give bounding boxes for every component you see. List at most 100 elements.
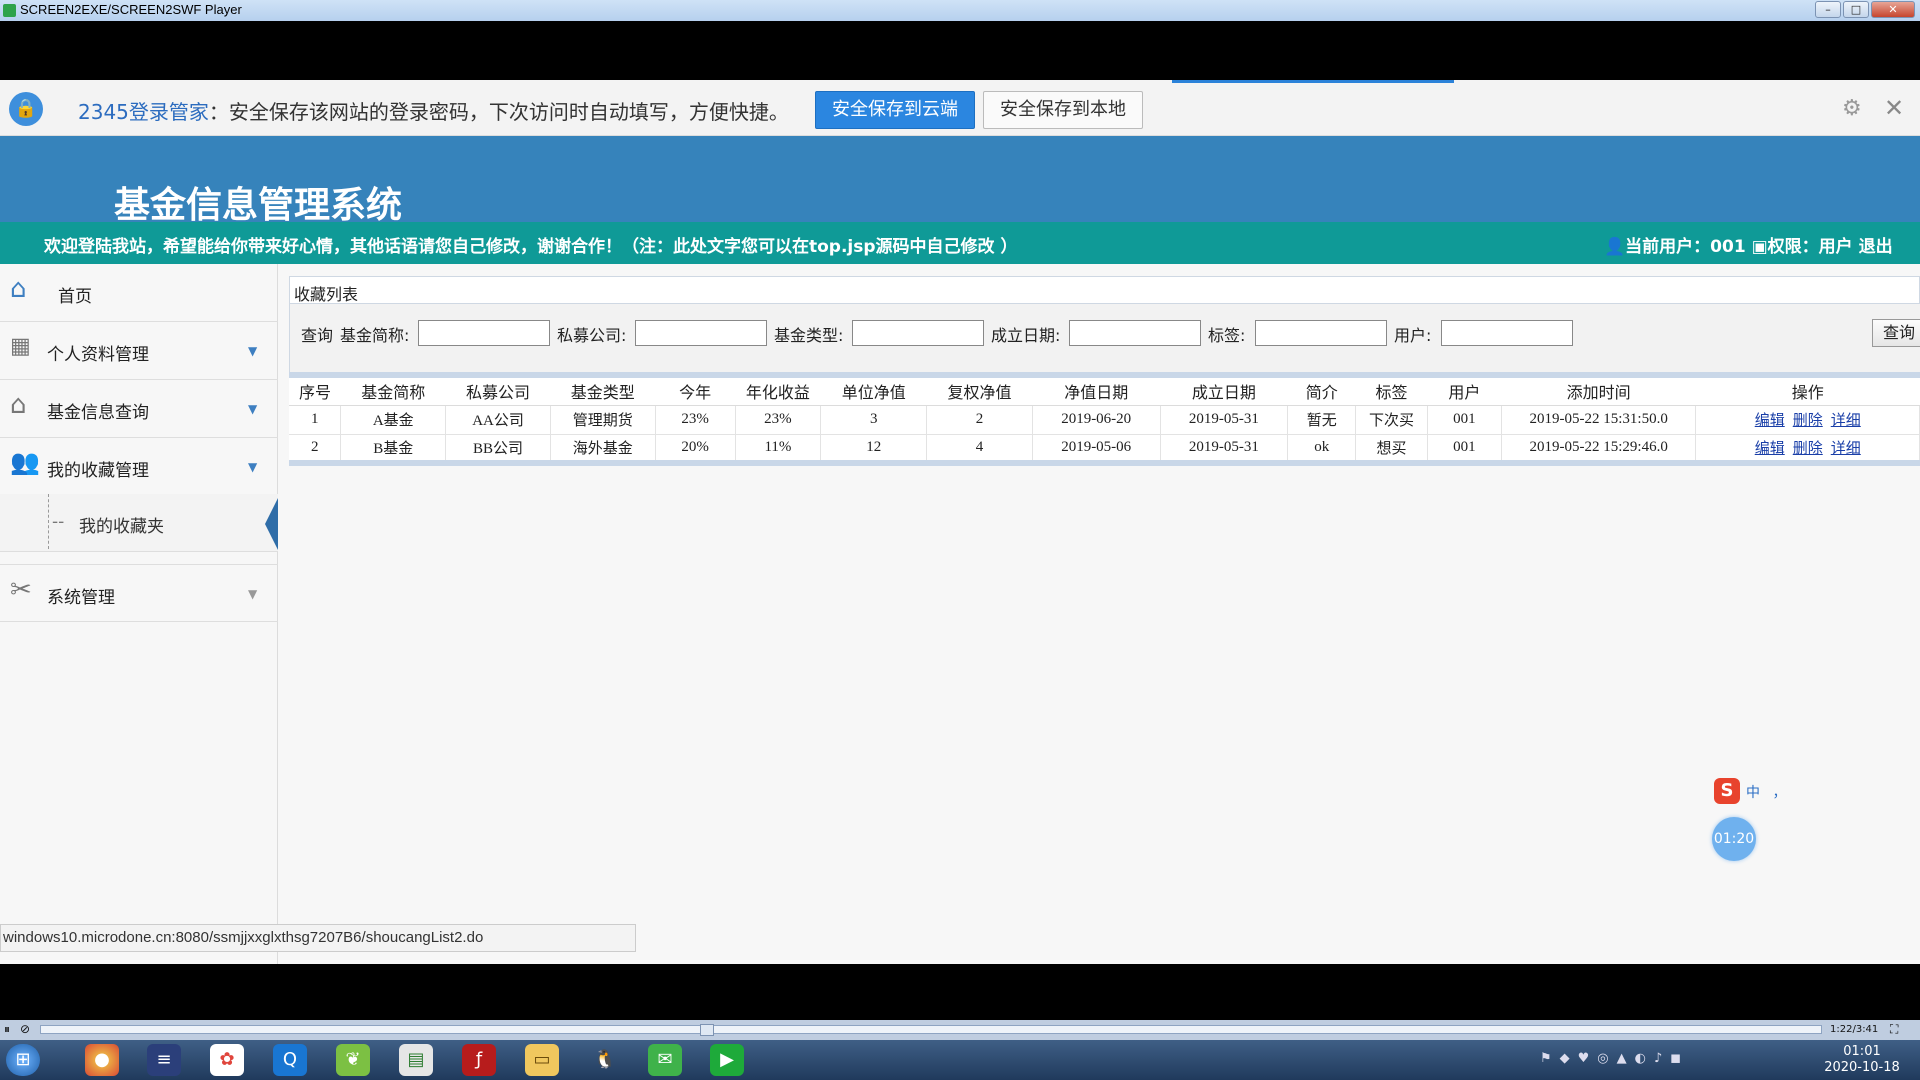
house-icon: ⌂ — [10, 390, 27, 420]
column-header: 添加时间 — [1501, 375, 1696, 406]
table-cell: 暂无 — [1287, 405, 1357, 435]
user-input[interactable] — [1441, 320, 1573, 346]
system-tray[interactable]: ⚑◆♥◎▲◐♪◼ — [1540, 1051, 1689, 1066]
player-app-icon[interactable]: ▶ — [710, 1044, 744, 1076]
table-cell: 11% — [735, 434, 822, 464]
tools-icon: ✂ — [10, 575, 32, 605]
table-cell: AA公司 — [445, 405, 551, 435]
sidebar-item-home[interactable]: ⌂ 首页 — [0, 264, 278, 322]
home-icon: ⌂ — [10, 274, 27, 304]
ime-toolbar[interactable]: S 中 ， — [1712, 778, 1920, 806]
active-indicator — [265, 498, 278, 550]
edit-link[interactable]: 编辑 — [1755, 441, 1785, 457]
table-row: 2 B基金 BB公司 海外基金 20% 11% 12 4 2019-05-06 2019-05-3… — [289, 434, 1920, 464]
chevron-down-icon: ▼ — [248, 344, 258, 358]
save-to-cloud-button[interactable]: 安全保存到云端 — [815, 91, 975, 129]
user-icon: 👤 — [1604, 237, 1626, 257]
table-cell: 2 — [289, 434, 342, 464]
current-user: 当前用户：001 — [1625, 237, 1746, 257]
chrome-icon[interactable]: ● — [85, 1044, 119, 1076]
search-button[interactable]: 查询 — [1872, 319, 1920, 347]
close-button[interactable]: ✕ — [1871, 1, 1915, 18]
table-cell: 23% — [655, 405, 736, 435]
page-title: 基金信息管理系统 — [114, 185, 403, 226]
save-to-local-button[interactable]: 安全保存到本地 — [983, 91, 1143, 129]
flash-icon[interactable]: ƒ — [462, 1044, 496, 1076]
sidebar-item-system[interactable]: ✂ 系统管理 ▼ — [0, 564, 278, 622]
delete-link[interactable]: 删除 — [1793, 441, 1823, 457]
table-cell: A基金 — [340, 405, 447, 435]
folder-icon[interactable]: ▭ — [525, 1044, 559, 1076]
table-cell: 20% — [655, 434, 736, 464]
clock-time: 01:01 — [1843, 1044, 1881, 1059]
table-cell: 2019-05-31 — [1160, 434, 1289, 464]
playback-time: 1:22/3:41 — [1830, 1024, 1879, 1035]
leaf-icon[interactable]: ❦ — [336, 1044, 370, 1076]
table-cell: 2019-05-22 15:29:46.0 — [1501, 434, 1697, 464]
welcome-text: 欢迎登陆我站，希望能给你带来好心情，其他话语请您自己修改，谢谢合作！（注：此处文… — [44, 237, 1018, 257]
search-bar: 查询 基金简称: 私募公司: 基金类型: 成立日期: 标签: 用户: 查询 — [289, 304, 1920, 372]
fund-type-input[interactable] — [852, 320, 984, 346]
search-label-company: 私募公司: — [557, 326, 627, 345]
password-bar-text: ：安全保存该网站的登录密码，下次访问时自动填写，方便快捷。 — [208, 100, 789, 124]
column-header: 今年 — [655, 375, 735, 406]
table-cell: 2 — [926, 405, 1033, 435]
table-cell: 3 — [820, 405, 928, 435]
welcome-bar: 欢迎登陆我站，希望能给你带来好心情，其他话语请您自己修改，谢谢合作！（注：此处文… — [0, 222, 1920, 264]
edit-link[interactable]: 编辑 — [1755, 413, 1785, 429]
browser-icon[interactable]: Q — [273, 1044, 307, 1076]
company-input[interactable] — [635, 320, 767, 346]
delete-link[interactable]: 删除 — [1793, 413, 1823, 429]
sidebar: ⌂ 首页 ▦ 个人资料管理 ▼ ⌂ 基金信息查询 ▼ 👥 我的收藏管理 ▼ --… — [0, 264, 278, 964]
table-cell: 海外基金 — [550, 434, 656, 464]
table-header-row: 序号 基金简称 私募公司 基金类型 今年 年化收益 单位净值 复权净值 净值日期 成立日期 简介 标签… — [289, 375, 1920, 406]
detail-link[interactable]: 详细 — [1831, 413, 1861, 429]
fullscreen-icon[interactable]: ⛶ — [1890, 1022, 1898, 1037]
baidu-netdisk-icon[interactable]: ✿ — [210, 1044, 244, 1076]
start-icon[interactable]: ⊞ — [6, 1044, 40, 1076]
column-header: 操作 — [1695, 375, 1920, 406]
minimize-button[interactable]: – — [1815, 1, 1841, 18]
app-icon-blue[interactable]: ≡ — [147, 1044, 181, 1076]
sidebar-item-favorites[interactable]: 👥 我的收藏管理 ▼ — [0, 438, 278, 494]
timer-badge[interactable]: 01:20 — [1712, 817, 1756, 861]
pause-icon[interactable]: ⏸ — [4, 1022, 10, 1037]
taskbar-clock[interactable]: 01:01 2020-10-18 — [1822, 1044, 1902, 1076]
chevron-down-icon: ▼ — [248, 402, 258, 416]
close-icon[interactable]: ✕ — [1884, 94, 1904, 122]
table-cell: 2019-05-22 15:31:50.0 — [1501, 405, 1697, 435]
column-header: 基金简称 — [340, 375, 446, 406]
search-label-date: 成立日期: — [991, 326, 1061, 345]
detail-link[interactable]: 详细 — [1831, 441, 1861, 457]
seek-bar[interactable] — [40, 1025, 1822, 1034]
tree-line — [48, 494, 49, 549]
qq-icon[interactable]: 🐧 — [588, 1044, 622, 1076]
table-cell: 下次买 — [1355, 405, 1428, 435]
user-info: 👤当前用户：001 ▣权限：用户 退出 — [1604, 232, 1893, 257]
stop-icon[interactable]: ⊘ — [20, 1022, 30, 1036]
maximize-button[interactable]: □ — [1843, 1, 1869, 18]
actions-cell: 编辑 删除 详细 — [1695, 434, 1920, 464]
logout-link[interactable]: 退出 — [1859, 237, 1893, 257]
sidebar-item-label: 系统管理 — [47, 588, 115, 608]
table-cell: ok — [1287, 434, 1357, 464]
panel-title: 收藏列表 — [289, 276, 1920, 304]
column-header: 年化收益 — [735, 375, 821, 406]
date-input[interactable] — [1069, 320, 1201, 346]
seek-thumb[interactable] — [700, 1024, 714, 1036]
window-title: SCREEN2EXE/SCREEN2SWF Player — [20, 2, 242, 17]
wechat-icon[interactable]: ✉ — [648, 1044, 682, 1076]
sidebar-item-label: 我的收藏夹 — [79, 517, 164, 537]
gear-icon[interactable]: ⚙ — [1842, 96, 1862, 121]
sidebar-item-my-favorites[interactable]: -- 我的收藏夹 — [0, 494, 278, 552]
sidebar-item-fund-query[interactable]: ⌂ 基金信息查询 ▼ — [0, 380, 278, 438]
sidebar-item-profile[interactable]: ▦ 个人资料管理 ▼ — [0, 322, 278, 380]
notepad-icon[interactable]: ▤ — [399, 1044, 433, 1076]
fund-name-input[interactable] — [418, 320, 550, 346]
sidebar-item-label: 我的收藏管理 — [47, 461, 149, 481]
sidebar-item-label: 个人资料管理 — [47, 345, 149, 365]
tag-input[interactable] — [1255, 320, 1387, 346]
sogou-icon[interactable]: S — [1714, 778, 1740, 804]
table-cell: 001 — [1427, 405, 1502, 435]
column-header: 单位净值 — [820, 375, 927, 406]
